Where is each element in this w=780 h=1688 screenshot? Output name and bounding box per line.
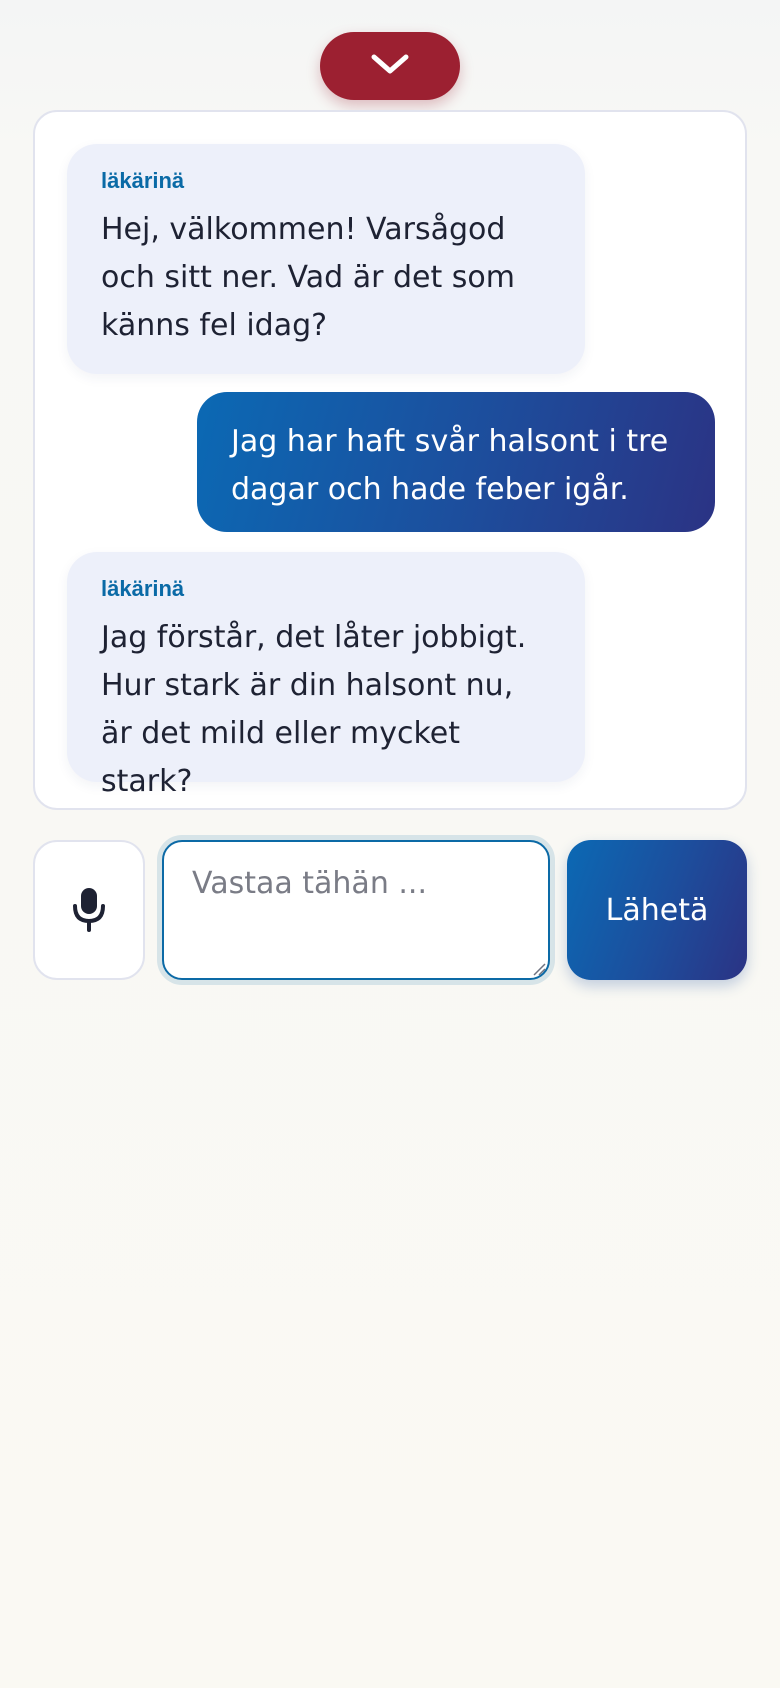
message-text: Jag förstår, det låter jobbigt. Hur star… (101, 620, 527, 799)
speaker-label: läkärinä (101, 168, 185, 193)
message-text: Hej, välkommen! Varsågod och sitt ner. V… (101, 212, 515, 343)
collapse-button[interactable] (320, 32, 460, 100)
resize-handle[interactable] (530, 960, 546, 976)
microphone-button[interactable] (33, 840, 145, 980)
microphone-icon (71, 886, 107, 935)
message-text: Jag har haft svår halsont i tre dagar oc… (231, 424, 669, 507)
chevron-down-icon (370, 53, 410, 80)
speaker-label: läkärinä (101, 576, 185, 601)
chat-panel: läkärinä Hej, välkommen! Varsågod och si… (33, 110, 747, 810)
doctor-message: läkärinä Hej, välkommen! Varsågod och si… (67, 144, 585, 374)
doctor-message: läkärinä Jag förstår, det låter jobbigt.… (67, 552, 585, 799)
user-message: Jag har haft svår halsont i tre dagar oc… (197, 392, 715, 532)
reply-input[interactable] (162, 840, 550, 980)
send-button[interactable]: Lähetä (567, 840, 747, 980)
